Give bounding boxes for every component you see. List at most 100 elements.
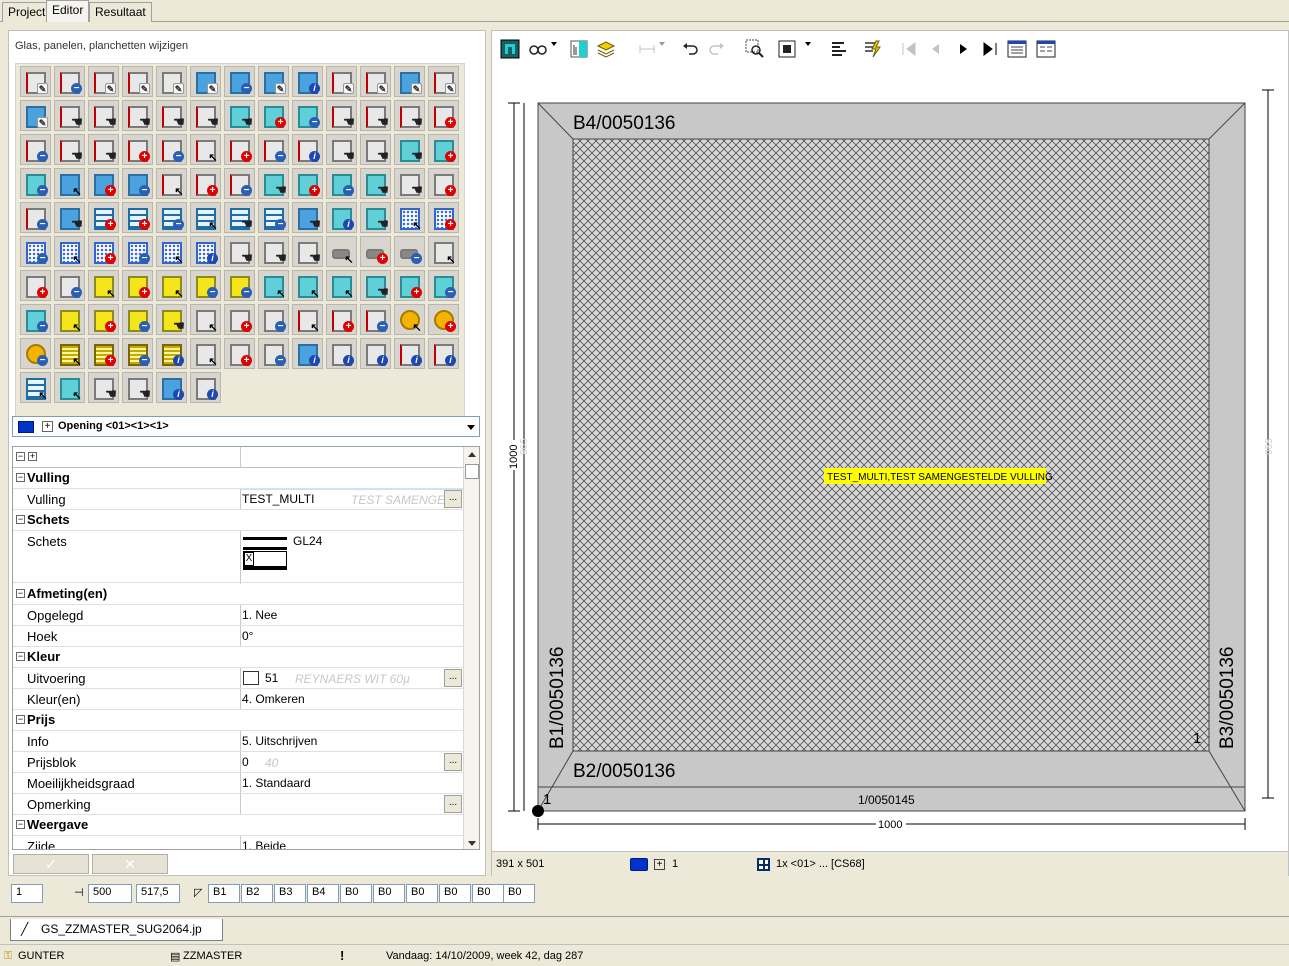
- side-field-3[interactable]: B3: [274, 884, 306, 903]
- handle-add-icon[interactable]: +: [326, 304, 357, 335]
- grid-add-2-icon[interactable]: +: [122, 202, 153, 233]
- dots-remove-icon[interactable]: −: [20, 236, 51, 267]
- note-arrow-icon[interactable]: ↖: [156, 270, 187, 301]
- corner-add-icon[interactable]: +: [224, 338, 255, 369]
- gear-remove-icon[interactable]: −: [20, 338, 51, 369]
- door-add-icon[interactable]: +: [190, 168, 221, 199]
- window-add-icon[interactable]: +: [428, 134, 459, 165]
- tag-remove-icon[interactable]: −: [122, 304, 153, 335]
- section-icon[interactable]: [777, 39, 797, 59]
- glass-hand-2-icon[interactable]: ☚: [360, 168, 391, 199]
- profile-edit-2-icon[interactable]: ✎: [326, 66, 357, 97]
- hinge-add-icon[interactable]: +: [224, 304, 255, 335]
- pane-remove-2-icon[interactable]: −: [122, 168, 153, 199]
- angle-edit-icon[interactable]: ✎: [156, 66, 187, 97]
- book-remove-icon[interactable]: −: [428, 270, 459, 301]
- book-edit-icon[interactable]: ↖: [292, 270, 323, 301]
- dots-remove-2-icon[interactable]: −: [122, 236, 153, 267]
- machine-info-icon[interactable]: i: [292, 338, 323, 369]
- grid-remove-2-icon[interactable]: −: [156, 202, 187, 233]
- drawing-canvas[interactable]: B4/0050136 B2/0050136 B1/0050136 B3/0050…: [496, 65, 1286, 850]
- transom-hand-icon[interactable]: ☚: [54, 134, 85, 165]
- grid-info-icon[interactable]: i: [326, 202, 357, 233]
- panel-edit-2-icon[interactable]: ✎: [122, 66, 153, 97]
- vulling-value[interactable]: TEST_MULTI: [242, 492, 314, 506]
- book-select-icon[interactable]: ↖: [258, 270, 289, 301]
- hardware-remove-icon[interactable]: −: [54, 270, 85, 301]
- row-moeilijkheidsgraad[interactable]: Moeilijkheidsgraad 1. Standaard: [13, 773, 463, 794]
- book-remove-2-icon[interactable]: −: [20, 304, 51, 335]
- list-view-icon[interactable]: [1007, 39, 1027, 59]
- lightning-icon[interactable]: [862, 39, 882, 59]
- corner-remove-icon[interactable]: −: [258, 338, 289, 369]
- frame-remove-icon[interactable]: −: [224, 66, 255, 97]
- book-arrow-icon[interactable]: ↖: [326, 270, 357, 301]
- width-field[interactable]: 500: [88, 884, 132, 903]
- profile-edit-icon[interactable]: ✎: [258, 66, 289, 97]
- profile-edit-5-icon[interactable]: ✎: [428, 66, 459, 97]
- alert-icon[interactable]: !: [340, 948, 344, 963]
- collapse-icon[interactable]: −: [16, 652, 25, 661]
- fill-panel-icon[interactable]: [569, 39, 589, 59]
- book-add-icon[interactable]: +: [394, 270, 425, 301]
- ok-button[interactable]: ✓: [13, 854, 89, 874]
- pin-remove-icon[interactable]: −: [394, 236, 425, 267]
- hardware-add-icon[interactable]: +: [20, 270, 51, 301]
- tab-editor[interactable]: Editor: [46, 0, 90, 22]
- door-remove-icon[interactable]: −: [224, 168, 255, 199]
- screw-remove-icon[interactable]: −: [122, 338, 153, 369]
- screw-select-icon[interactable]: ↖: [54, 338, 85, 369]
- edge-remove-icon[interactable]: −: [54, 66, 85, 97]
- frame-view-icon[interactable]: [500, 39, 520, 59]
- grid-add-icon[interactable]: +: [88, 202, 119, 233]
- book-hand-icon[interactable]: ☚: [360, 270, 391, 301]
- grid-select-2-icon[interactable]: ↖: [20, 372, 51, 403]
- mullion-hand-icon[interactable]: ☚: [326, 100, 357, 131]
- gear-select-icon[interactable]: ↖: [394, 304, 425, 335]
- sash-add-icon[interactable]: +: [224, 134, 255, 165]
- side-field-10[interactable]: B0: [503, 884, 535, 903]
- side-field-5[interactable]: B0: [340, 884, 372, 903]
- row-schets[interactable]: Schets X GL24: [13, 531, 463, 583]
- opening-dropdown[interactable]: + Opening <01><1><1>: [12, 416, 480, 437]
- grid-remove-3-icon[interactable]: −: [258, 202, 289, 233]
- transom-hand-2-icon[interactable]: ☚: [88, 134, 119, 165]
- vulling-browse-button[interactable]: ...: [444, 490, 462, 508]
- hinge-select-icon[interactable]: ↖: [190, 304, 221, 335]
- expand-icon[interactable]: +: [42, 421, 53, 432]
- dots-info-icon[interactable]: i: [190, 236, 221, 267]
- side-field-8[interactable]: B0: [439, 884, 471, 903]
- sash-remove-icon[interactable]: −: [258, 134, 289, 165]
- chevron-down-icon[interactable]: [467, 425, 475, 430]
- tab-resultaat[interactable]: Resultaat: [89, 2, 152, 22]
- move-hand-icon[interactable]: ☚: [88, 372, 119, 403]
- sash-select-icon[interactable]: ↖: [190, 134, 221, 165]
- grid-hand-2-icon[interactable]: ☚: [224, 202, 255, 233]
- note-add-icon[interactable]: +: [122, 270, 153, 301]
- row-info[interactable]: Info 5. Uitschrijven: [13, 731, 463, 752]
- pane-remove-icon[interactable]: −: [20, 168, 51, 199]
- pin-add-icon[interactable]: +: [360, 236, 391, 267]
- category-vulling[interactable]: − Vulling: [13, 468, 463, 489]
- dots-select-icon[interactable]: ↖: [394, 202, 425, 233]
- dots-add-2-icon[interactable]: +: [88, 236, 119, 267]
- note-select-icon[interactable]: ↖: [88, 270, 119, 301]
- profile-edit-4-icon[interactable]: ✎: [394, 66, 425, 97]
- half-hand-icon[interactable]: ☚: [122, 372, 153, 403]
- redo-icon[interactable]: [707, 39, 727, 59]
- tab-project[interactable]: Project: [2, 2, 52, 22]
- swap-icon[interactable]: ↖: [54, 372, 85, 403]
- collapse-icon[interactable]: −: [16, 589, 25, 598]
- row-opgelegd[interactable]: Opgelegd 1. Nee: [13, 605, 463, 626]
- collapse-icon[interactable]: −: [16, 515, 25, 524]
- hatch-hand-3-icon[interactable]: ☚: [292, 236, 323, 267]
- dots-select-2-icon[interactable]: ↖: [54, 236, 85, 267]
- screw-info-icon[interactable]: i: [156, 338, 187, 369]
- row-zijde[interactable]: Zijde 1. Beide: [13, 836, 463, 849]
- last-icon[interactable]: [980, 39, 1000, 59]
- panel-hand-icon[interactable]: ☚: [224, 100, 255, 131]
- frame-edit-icon[interactable]: ✎: [190, 66, 221, 97]
- pane-select-icon[interactable]: ↖: [54, 168, 85, 199]
- pin-select-icon[interactable]: ↖: [326, 236, 357, 267]
- vent-hand-icon[interactable]: ☚: [394, 168, 425, 199]
